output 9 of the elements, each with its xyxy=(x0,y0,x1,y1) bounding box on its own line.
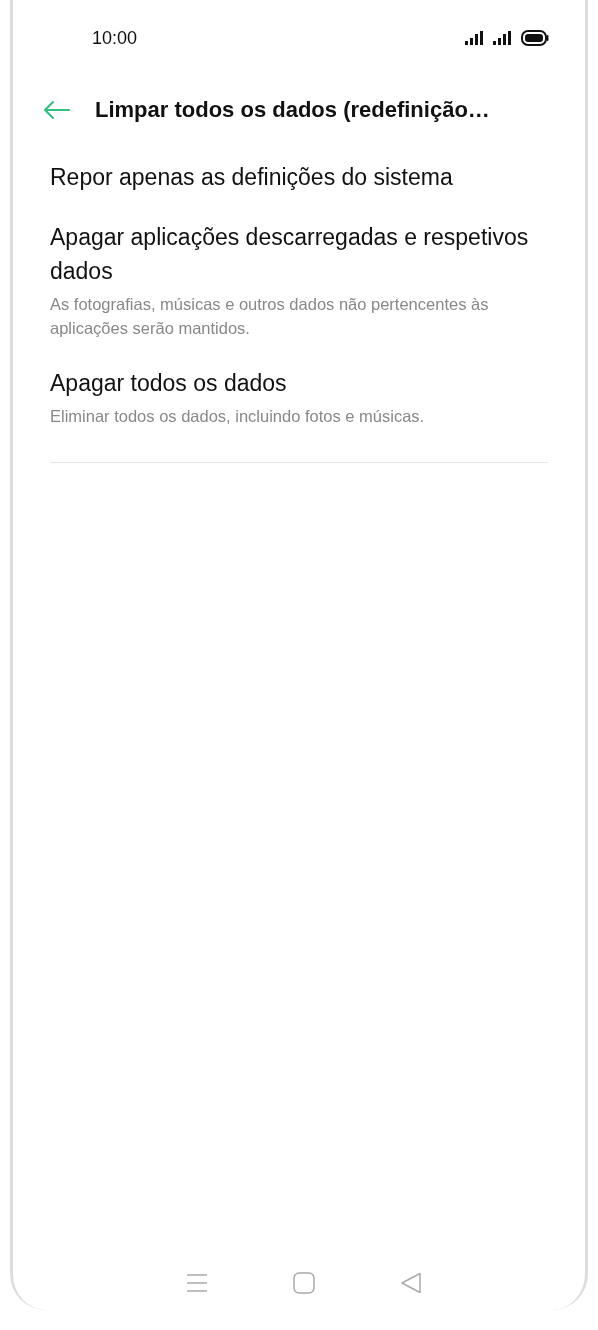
page-title: Limpar todos os dados (redefinição… xyxy=(95,97,490,123)
option-item[interactable]: Repor apenas as definições do sistema xyxy=(50,160,555,194)
menu-icon[interactable] xyxy=(185,1273,208,1293)
status-time: 10:00 xyxy=(92,27,138,49)
home-icon[interactable] xyxy=(293,1272,315,1294)
battery-icon xyxy=(521,30,549,46)
option-item[interactable]: Apagar aplicações descarregadas e respetivos dados As fotografias, músicas e outros dados não pertencentes às aplicações serão mantidos. xyxy=(50,220,555,340)
back-icon[interactable] xyxy=(400,1272,423,1294)
option-item[interactable]: Apagar todos os dados Eliminar todos os dados, incluindo fotos e músicas. xyxy=(50,366,555,428)
